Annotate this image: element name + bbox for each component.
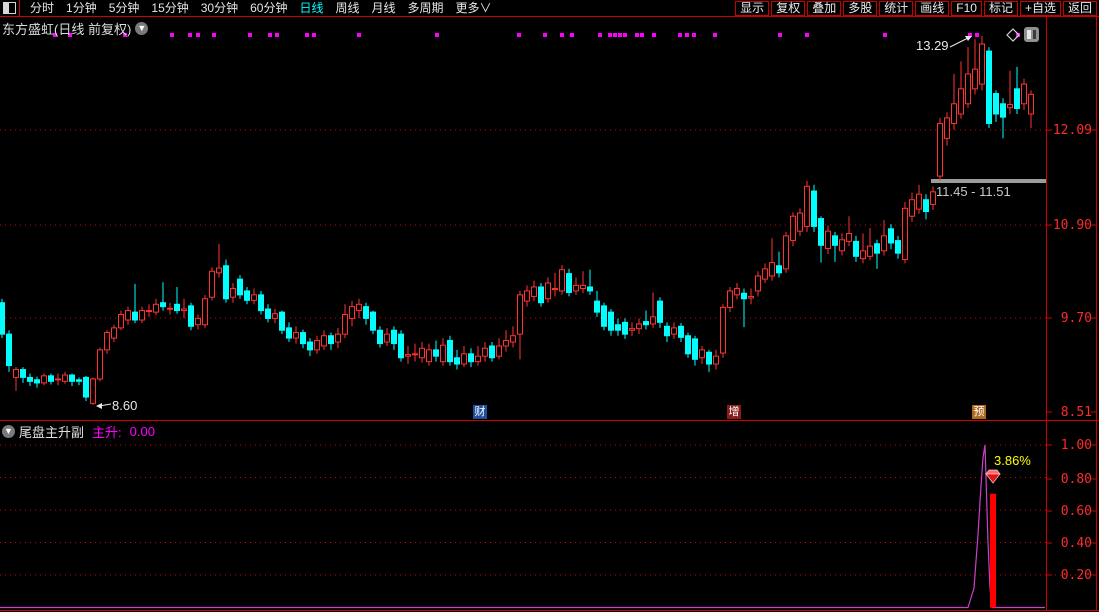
tdx-app-window: { "window": { "title": "东方盛虹(日线 前复权)" },… xyxy=(0,0,1099,612)
stock-title-bar: 东方盛虹(日线 前复权) ▼ xyxy=(2,19,149,38)
annotation-arrows xyxy=(96,36,972,409)
chart-canvas xyxy=(0,17,1099,611)
main-price-label-12.09: 12.09 xyxy=(1052,123,1092,138)
chevron-down-icon[interactable]: ▼ xyxy=(135,22,149,35)
sub-chevron-down-icon[interactable]: ▼ xyxy=(2,425,15,438)
sub-indicator-name[interactable]: 尾盘主升副 xyxy=(19,422,84,441)
event-badge-预[interactable]: 预 xyxy=(972,405,986,419)
chart-corner-icons[interactable] xyxy=(1006,27,1039,42)
sub-indicator-label: 主升: xyxy=(92,425,122,440)
low-price-annotation: 8.60 xyxy=(112,398,138,413)
signal-percent-label: 3.86% xyxy=(994,453,1031,468)
gem-icon xyxy=(985,469,1001,475)
sub-price-label-0.80: 0.80 xyxy=(1060,472,1092,487)
sub-price-label-0.20: 0.20 xyxy=(1060,568,1092,583)
panel-layout-icon xyxy=(1024,27,1039,42)
gap-range-annotation: 11.45 - 11.51 xyxy=(936,184,1011,199)
sub-indicator-series xyxy=(0,444,1045,609)
signal-dots xyxy=(53,33,1020,37)
signal-bar xyxy=(990,493,996,608)
sub-price-label-0.40: 0.40 xyxy=(1060,536,1092,551)
sub-indicator-value: 0.00 xyxy=(129,424,155,439)
sub-indicator-header: ▼ 尾盘主升副 主升: 0.00 xyxy=(2,422,155,441)
candlestick-series xyxy=(0,36,1034,405)
sub-price-label-1.00: 1.00 xyxy=(1060,438,1092,453)
main-price-label-8.51: 8.51 xyxy=(1060,405,1092,420)
main-price-label-9.70: 9.70 xyxy=(1060,311,1092,326)
main-price-label-10.90: 10.90 xyxy=(1052,218,1092,233)
event-badge-增[interactable]: 增 xyxy=(727,405,741,419)
sub-price-label-0.60: 0.60 xyxy=(1060,504,1092,519)
event-badge-财[interactable]: 财 xyxy=(473,405,487,419)
stock-title: 东方盛虹(日线 前复权) xyxy=(2,22,132,37)
panel-frame xyxy=(0,17,1099,611)
high-price-annotation: 13.29 xyxy=(916,38,949,53)
